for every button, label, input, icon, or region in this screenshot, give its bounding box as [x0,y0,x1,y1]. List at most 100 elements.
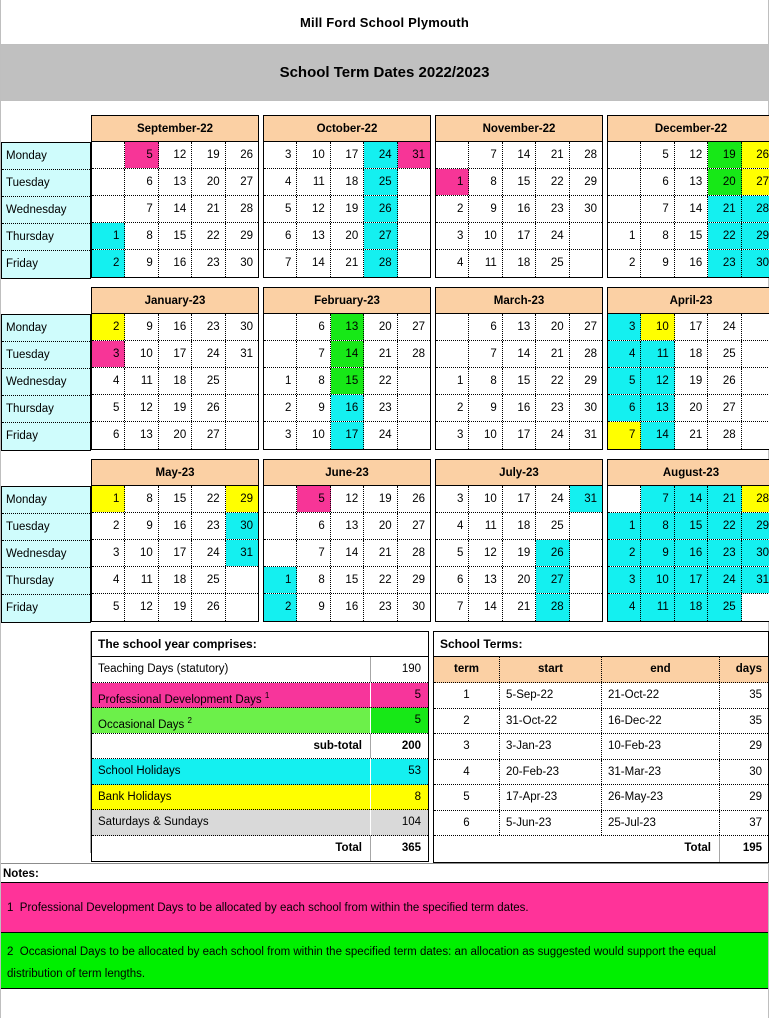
summary-title: The school year comprises: [92,632,428,657]
calendar-day-cell: 21 [330,250,365,277]
calendar-day-cell: 27 [536,567,570,593]
calendar-row: Monday Tuesday Wednesday Thursday Friday Sept… [1,115,769,279]
calendar-week-row: 7 14 21 28 [608,196,769,223]
calendar-day-cell: 11 [641,341,675,367]
calendar-day-cell: 7 [641,486,675,512]
calendar-day-cell [264,540,298,566]
calendar-day-cell: 30 [569,395,603,421]
weekday-label: Tuesday [2,170,90,197]
calendar-day-cell: 17 [674,314,709,340]
calendar-day-cell [225,395,259,421]
calendar-day-cell: 3 [436,486,470,512]
calendar-day-cell: 12 [469,540,503,566]
term-row: 4 20-Feb-23 31-Mar-23 30 [434,759,768,785]
month-body: 2 9 16 23 30 3 10 17 24 31 4 11 18 25 5 12 19 26 6 13 20 27 [91,313,259,450]
calendar-day-cell: 13 [469,567,503,593]
calendar-day-cell: 26 [741,142,769,168]
calendar-day-cell [741,422,769,449]
calendar-day-cell: 21 [674,422,709,449]
summary-row-value: 200 [370,733,428,758]
weekday-label-column: Monday Tuesday Wednesday Thursday Friday [1,115,91,279]
calendar-day-cell: 14 [641,422,675,449]
summary-row-value: 53 [370,759,428,784]
weekday-label: Monday [2,487,90,514]
calendar-day-cell: 29 [225,486,259,512]
summary-row-value: 104 [370,810,428,835]
calendar-week-row: 5 12 19 26 [92,594,259,621]
calendar-day-cell: 6 [264,223,298,249]
calendar-day-cell: 18 [674,594,709,621]
calendar-day-cell: 10 [125,341,159,367]
term-row: 5 17-Apr-23 26-May-23 29 [434,785,768,811]
calendar-week-row: 1 8 15 22 29 [436,368,603,395]
terms-col-end: end [602,657,720,682]
summary-row-value: 365 [370,835,428,861]
calendar-day-cell: 8 [469,368,503,394]
term-end-cell: 31-Mar-23 [602,759,720,784]
calendar-day-cell [569,223,603,249]
weekday-label: Thursday [2,396,90,423]
calendar-day-cell: 17 [674,567,709,593]
calendar-day-cell: 1 [608,223,642,249]
weekday-label: Friday [2,423,90,450]
calendar-day-cell: 11 [641,594,675,621]
calendar-day-cell: 19 [364,486,398,512]
calendar-day-cell [264,513,298,539]
calendar-day-cell: 27 [225,169,259,195]
calendar-day-cell [225,594,259,621]
calendar-day-cell: 3 [264,422,298,449]
calendar-day-cell: 24 [364,142,398,168]
calendar-day-cell: 20 [192,169,226,195]
month-block: December-22 5 12 19 26 6 13 20 27 7 14 21 28 1 8 15 22 29… [607,115,769,278]
calendar-week-row: 7 14 21 28 [436,142,603,169]
calendar-row: Monday Tuesday Wednesday Thursday Friday May-… [1,459,769,623]
calendar-day-cell: 18 [674,341,709,367]
month-block: September-22 5 12 19 26 6 13 20 27 7 14 21 28 1 8 15 22 2… [91,115,259,278]
month-block: March-23 6 13 20 27 7 14 21 28 1 8 15 22 29 2 9 16 23 30 3 1… [435,287,603,450]
calendar-day-cell: 31 [569,422,603,449]
calendar-week-row: 2 9 16 23 30 [608,540,769,567]
calendar-week-row: 2 9 16 23 30 [92,250,259,277]
calendar-day-cell: 4 [264,169,298,195]
weekday-list: Monday Tuesday Wednesday Thursday Friday [1,314,91,451]
calendar-week-row: 1 8 15 22 29 [608,513,769,540]
calendar-day-cell: 22 [192,223,226,249]
calendar-day-cell: 24 [536,422,570,449]
calendar-week-row: 6 13 20 27 [264,223,431,250]
calendar-day-cell: 12 [674,142,709,168]
calendar-day-cell [225,368,259,394]
calendar-day-cell [436,314,470,340]
calendar-day-cell: 10 [125,540,159,566]
calendar-day-cell: 19 [502,540,537,566]
calendar-day-cell: 16 [330,395,365,421]
calendar-day-cell: 26 [708,368,742,394]
calendar-day-cell [264,486,298,512]
calendar-day-cell: 1 [436,368,470,394]
month-header: November-22 [435,115,603,141]
summary-row: sub-total 200 [92,733,428,759]
calendar-day-cell: 13 [330,513,365,539]
calendar-day-cell: 31 [397,142,431,168]
calendar-day-cell: 4 [608,594,642,621]
weekday-label: Friday [2,595,90,622]
term-start-cell: 17-Apr-23 [500,785,602,810]
calendar-day-cell [741,341,769,367]
calendar-day-cell: 21 [192,196,226,222]
term-days-cell: 30 [749,765,762,778]
calendar-day-cell: 24 [708,314,742,340]
summary-row: Total 365 [92,835,428,861]
note-marker: 2 [7,946,14,958]
calendar-week-row: 6 13 20 27 [92,422,259,449]
calendar-day-cell: 4 [608,341,642,367]
calendar-day-cell: 20 [364,513,398,539]
calendar-day-cell: 31 [225,540,259,566]
calendar-day-cell: 22 [364,368,398,394]
calendar-day-cell: 28 [741,486,769,512]
summary-label-text: Saturdays & Sundays [98,816,209,828]
calendar-day-cell: 3 [436,422,470,449]
calendar-day-cell: 15 [330,368,365,394]
term-start-cell: 20-Feb-23 [500,759,602,784]
month-block: October-22 3 10 17 24 31 4 11 18 25 5 12 19 26 6 13 20 27… [263,115,431,278]
calendar-day-cell: 25 [192,368,226,394]
calendar-day-cell: 14 [330,540,365,566]
